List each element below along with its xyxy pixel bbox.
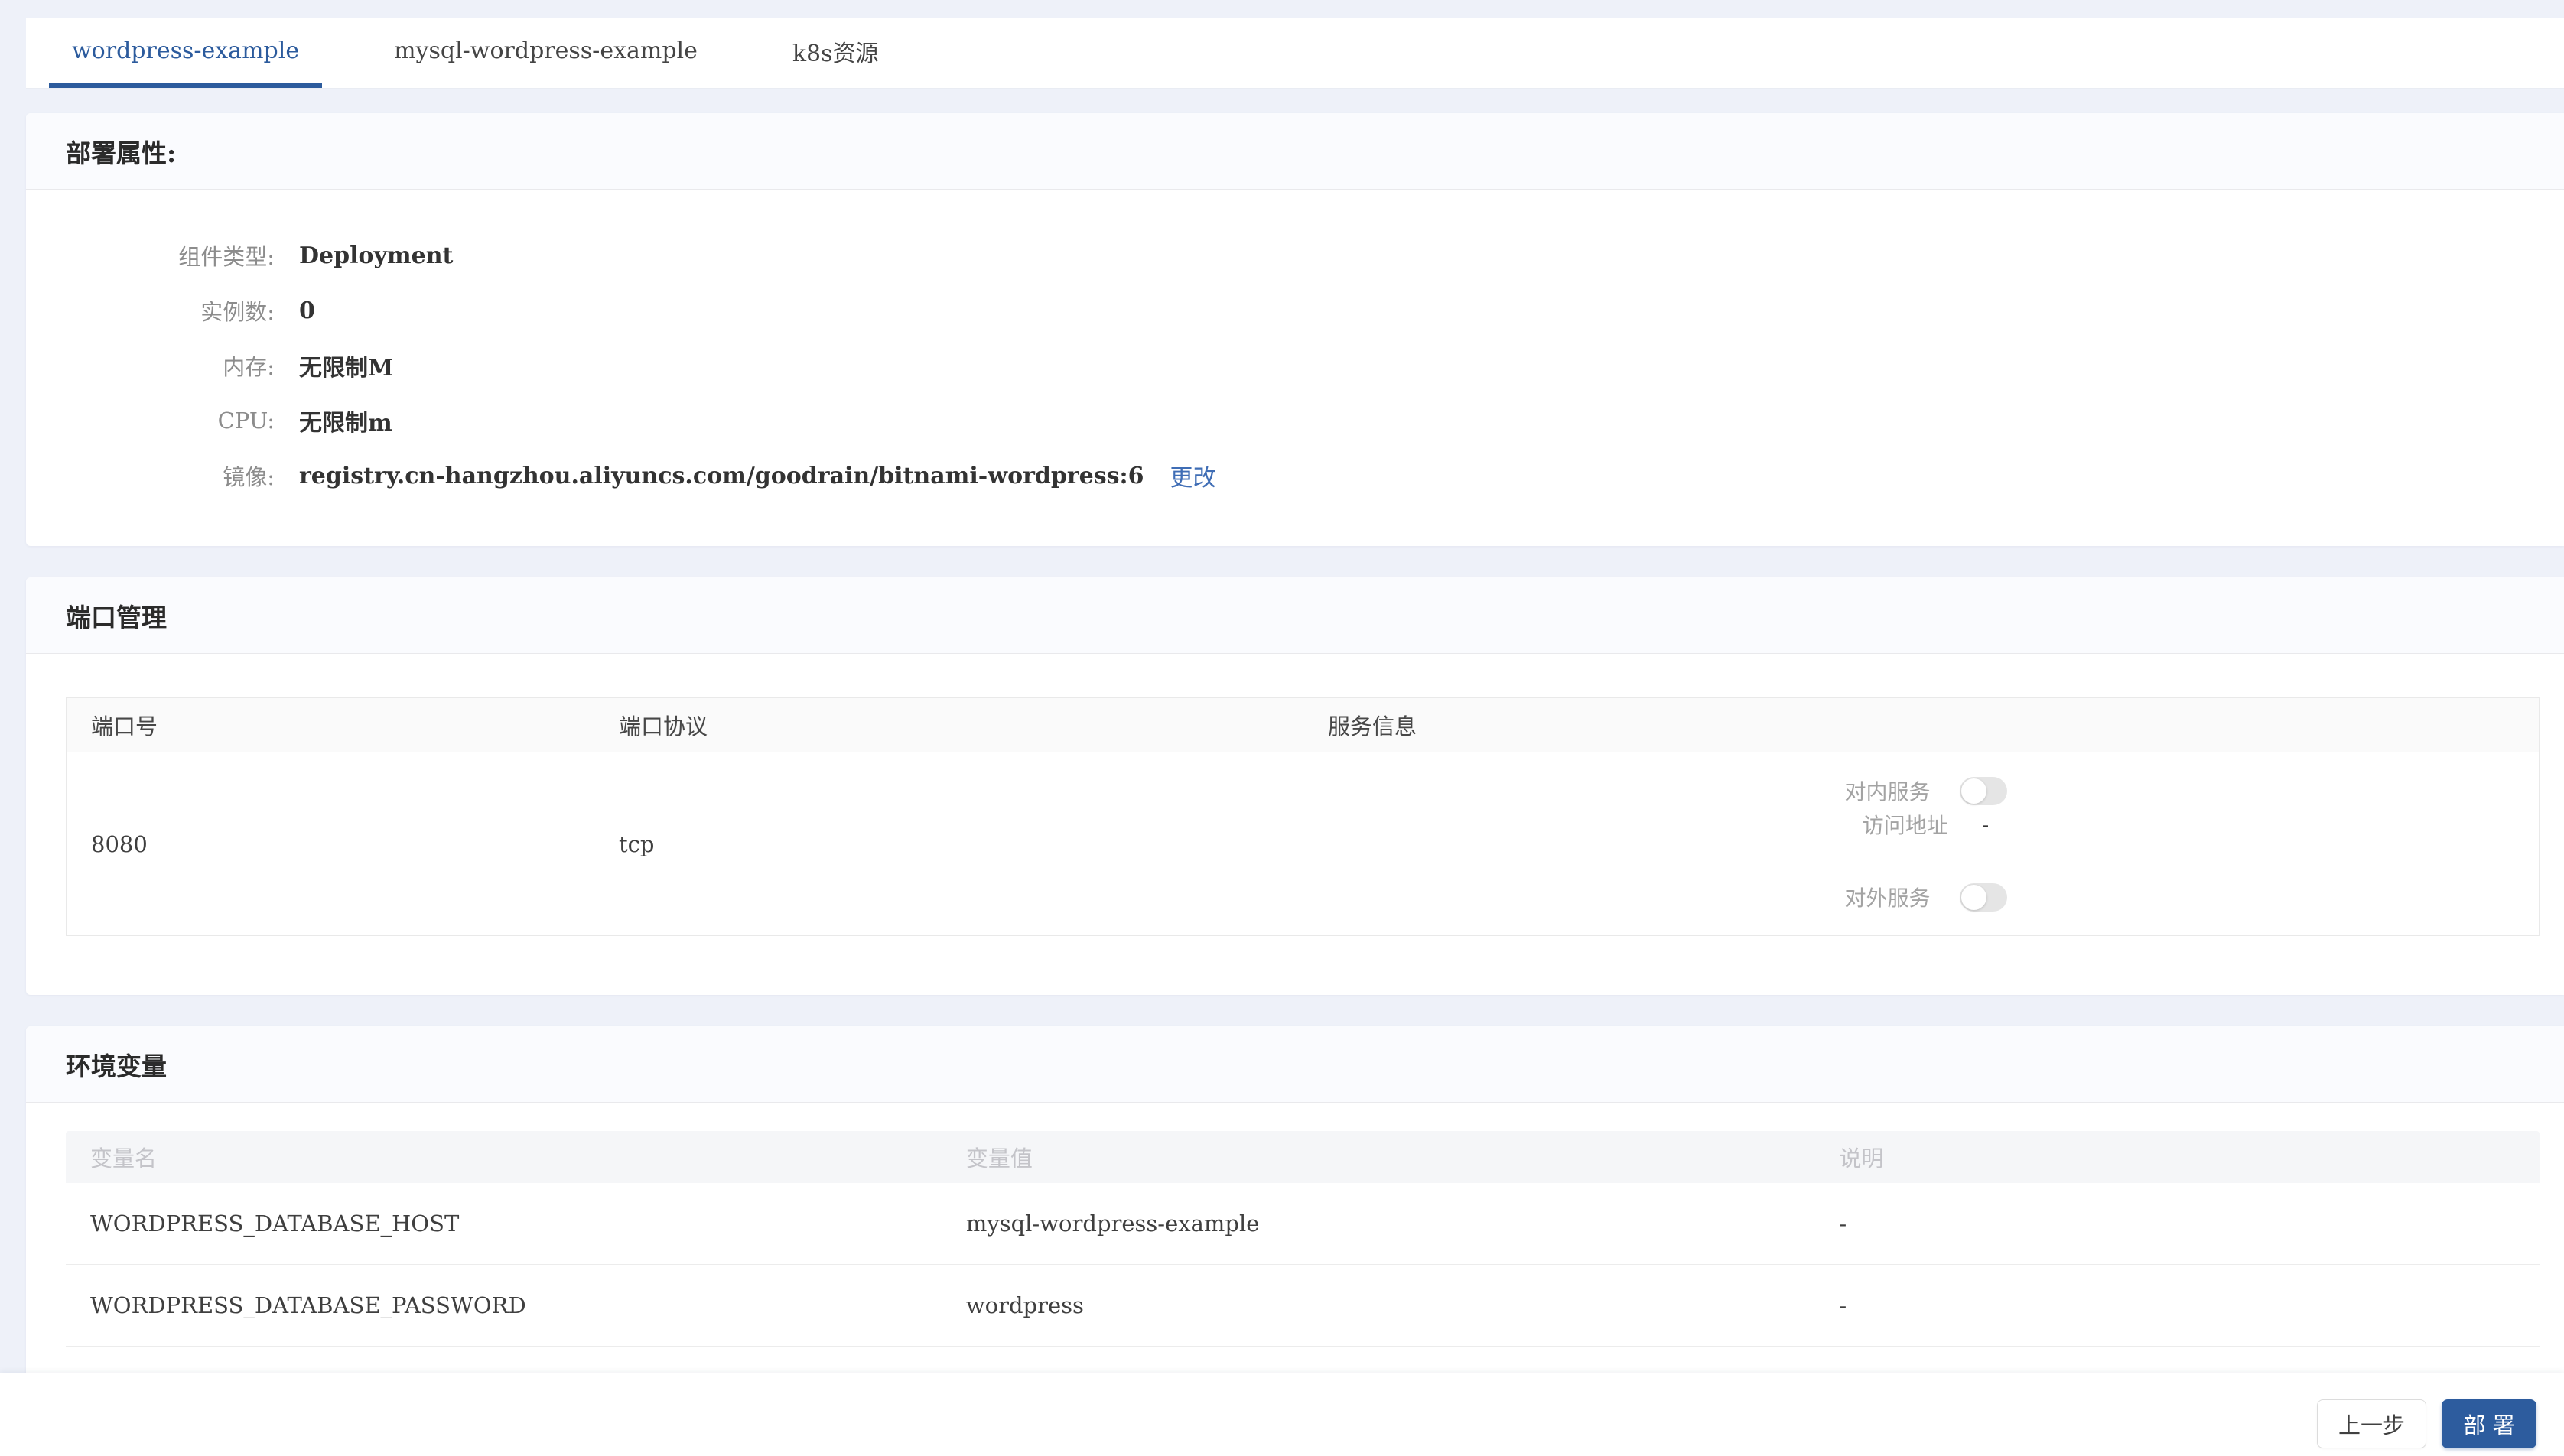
variable-name-cell: WORDPRESS_DATABASE_HOST (90, 1211, 460, 1237)
field-memory: 内存: 无限制M (26, 338, 2564, 393)
tab-k8s-resources[interactable]: k8s资源 (770, 18, 902, 88)
port-management-card: 端口管理 端口号 端口协议 服务信息 8080 tcp 对内服务 访问地址 - … (26, 577, 2564, 995)
description-column-header: 说明 (1839, 1146, 1884, 1172)
environment-variables-card: 环境变量 变量名 变量值 说明 WORDPRESS_DATABASE_HOST … (26, 1026, 2564, 1409)
deploy-properties-title: 部署属性: (66, 138, 177, 168)
field-image: 镜像: registry.cn-hangzhou.aliyuncs.com/go… (26, 448, 2564, 503)
access-address-line: 访问地址 - (1863, 808, 1989, 841)
variable-name-cell: WORDPRESS_DATABASE_PASSWORD (90, 1292, 526, 1318)
description-cell: - (1839, 1292, 1847, 1318)
inner-service-label: 对内服务 (1844, 779, 1931, 804)
port-protocol-cell: tcp (594, 752, 1303, 935)
port-management-header: 端口管理 (26, 577, 2564, 654)
variable-value-cell: mysql-wordpress-example (965, 1211, 1260, 1237)
instance-count-label: 实例数: (200, 299, 275, 325)
environment-variables-title: 环境变量 (66, 1051, 167, 1081)
deploy-properties-body: 组件类型: Deployment 实例数: 0 内存: 无限制M CPU: 无限… (26, 190, 2564, 546)
port-number-column-header: 端口号 (91, 713, 158, 739)
memory-label: 内存: (223, 354, 275, 380)
change-image-link[interactable]: 更改 (1170, 459, 1215, 492)
footer-action-bar: 上一步 部 署 (0, 1373, 2564, 1456)
env-table-row: WORDPRESS_DATABASE_PASSWORD wordpress - (66, 1265, 2540, 1347)
environment-variables-header: 环境变量 (26, 1026, 2564, 1103)
variable-value-cell: wordpress (965, 1292, 1084, 1318)
port-management-body: 端口号 端口协议 服务信息 8080 tcp 对内服务 访问地址 - 对外服务 (26, 654, 2564, 995)
deploy-properties-card: 部署属性: 组件类型: Deployment 实例数: 0 内存: 无限制M C… (26, 113, 2564, 546)
port-protocol-column-header: 端口协议 (619, 713, 708, 739)
deploy-properties-header: 部署属性: (26, 113, 2564, 190)
environment-variables-body: 变量名 变量值 说明 WORDPRESS_DATABASE_HOST mysql… (26, 1103, 2564, 1347)
inner-service-toggle[interactable] (1959, 776, 2007, 805)
service-info-column-header: 服务信息 (1328, 713, 1417, 739)
port-management-title: 端口管理 (66, 602, 167, 632)
env-table-header: 变量名 变量值 说明 (66, 1131, 2540, 1183)
inner-service-line: 对内服务 (1845, 774, 2007, 808)
image-value: registry.cn-hangzhou.aliyuncs.com/goodra… (299, 462, 1144, 489)
inner-service-toggle-knob (1960, 778, 1986, 804)
previous-step-button[interactable]: 上一步 (2317, 1399, 2426, 1448)
variable-value-column-header: 变量值 (965, 1146, 1033, 1172)
access-address-value: - (1981, 811, 1990, 837)
outer-service-line: 对外服务 (1845, 880, 2007, 914)
instance-count-value: 0 (299, 297, 315, 324)
port-table: 端口号 端口协议 服务信息 8080 tcp 对内服务 访问地址 - 对外服务 (66, 697, 2540, 936)
outer-service-label: 对外服务 (1844, 886, 1931, 911)
variable-name-column-header: 变量名 (90, 1146, 158, 1172)
description-cell: - (1839, 1211, 1847, 1237)
cpu-value: 无限制m (299, 410, 392, 437)
component-type-value: Deployment (299, 242, 454, 269)
access-address-label: 访问地址 (1862, 813, 1948, 838)
tab-wordpress-example[interactable]: wordpress-example (49, 18, 323, 88)
deploy-button[interactable]: 部 署 (2442, 1399, 2536, 1448)
tab-mysql-wordpress-example[interactable]: mysql-wordpress-example (371, 18, 721, 88)
field-instance-count: 实例数: 0 (26, 283, 2564, 338)
outer-service-toggle-knob (1960, 884, 1986, 910)
component-type-label: 组件类型: (178, 244, 275, 270)
port-table-row: 8080 tcp 对内服务 访问地址 - 对外服务 (67, 752, 2539, 935)
field-cpu: CPU: 无限制m (26, 393, 2564, 448)
port-number-cell: 8080 (67, 752, 594, 935)
field-component-type: 组件类型: Deployment (26, 228, 2564, 283)
cpu-label: CPU: (217, 408, 275, 434)
service-info-cell: 对内服务 访问地址 - 对外服务 (1303, 752, 2539, 935)
memory-value: 无限制M (299, 355, 394, 382)
outer-service-toggle[interactable] (1959, 882, 2007, 912)
tab-bar: wordpress-example mysql-wordpress-exampl… (26, 18, 2564, 89)
image-label: 镜像: (223, 464, 275, 490)
env-table-row: WORDPRESS_DATABASE_HOST mysql-wordpress-… (66, 1183, 2540, 1265)
port-table-header: 端口号 端口协议 服务信息 (67, 698, 2539, 752)
